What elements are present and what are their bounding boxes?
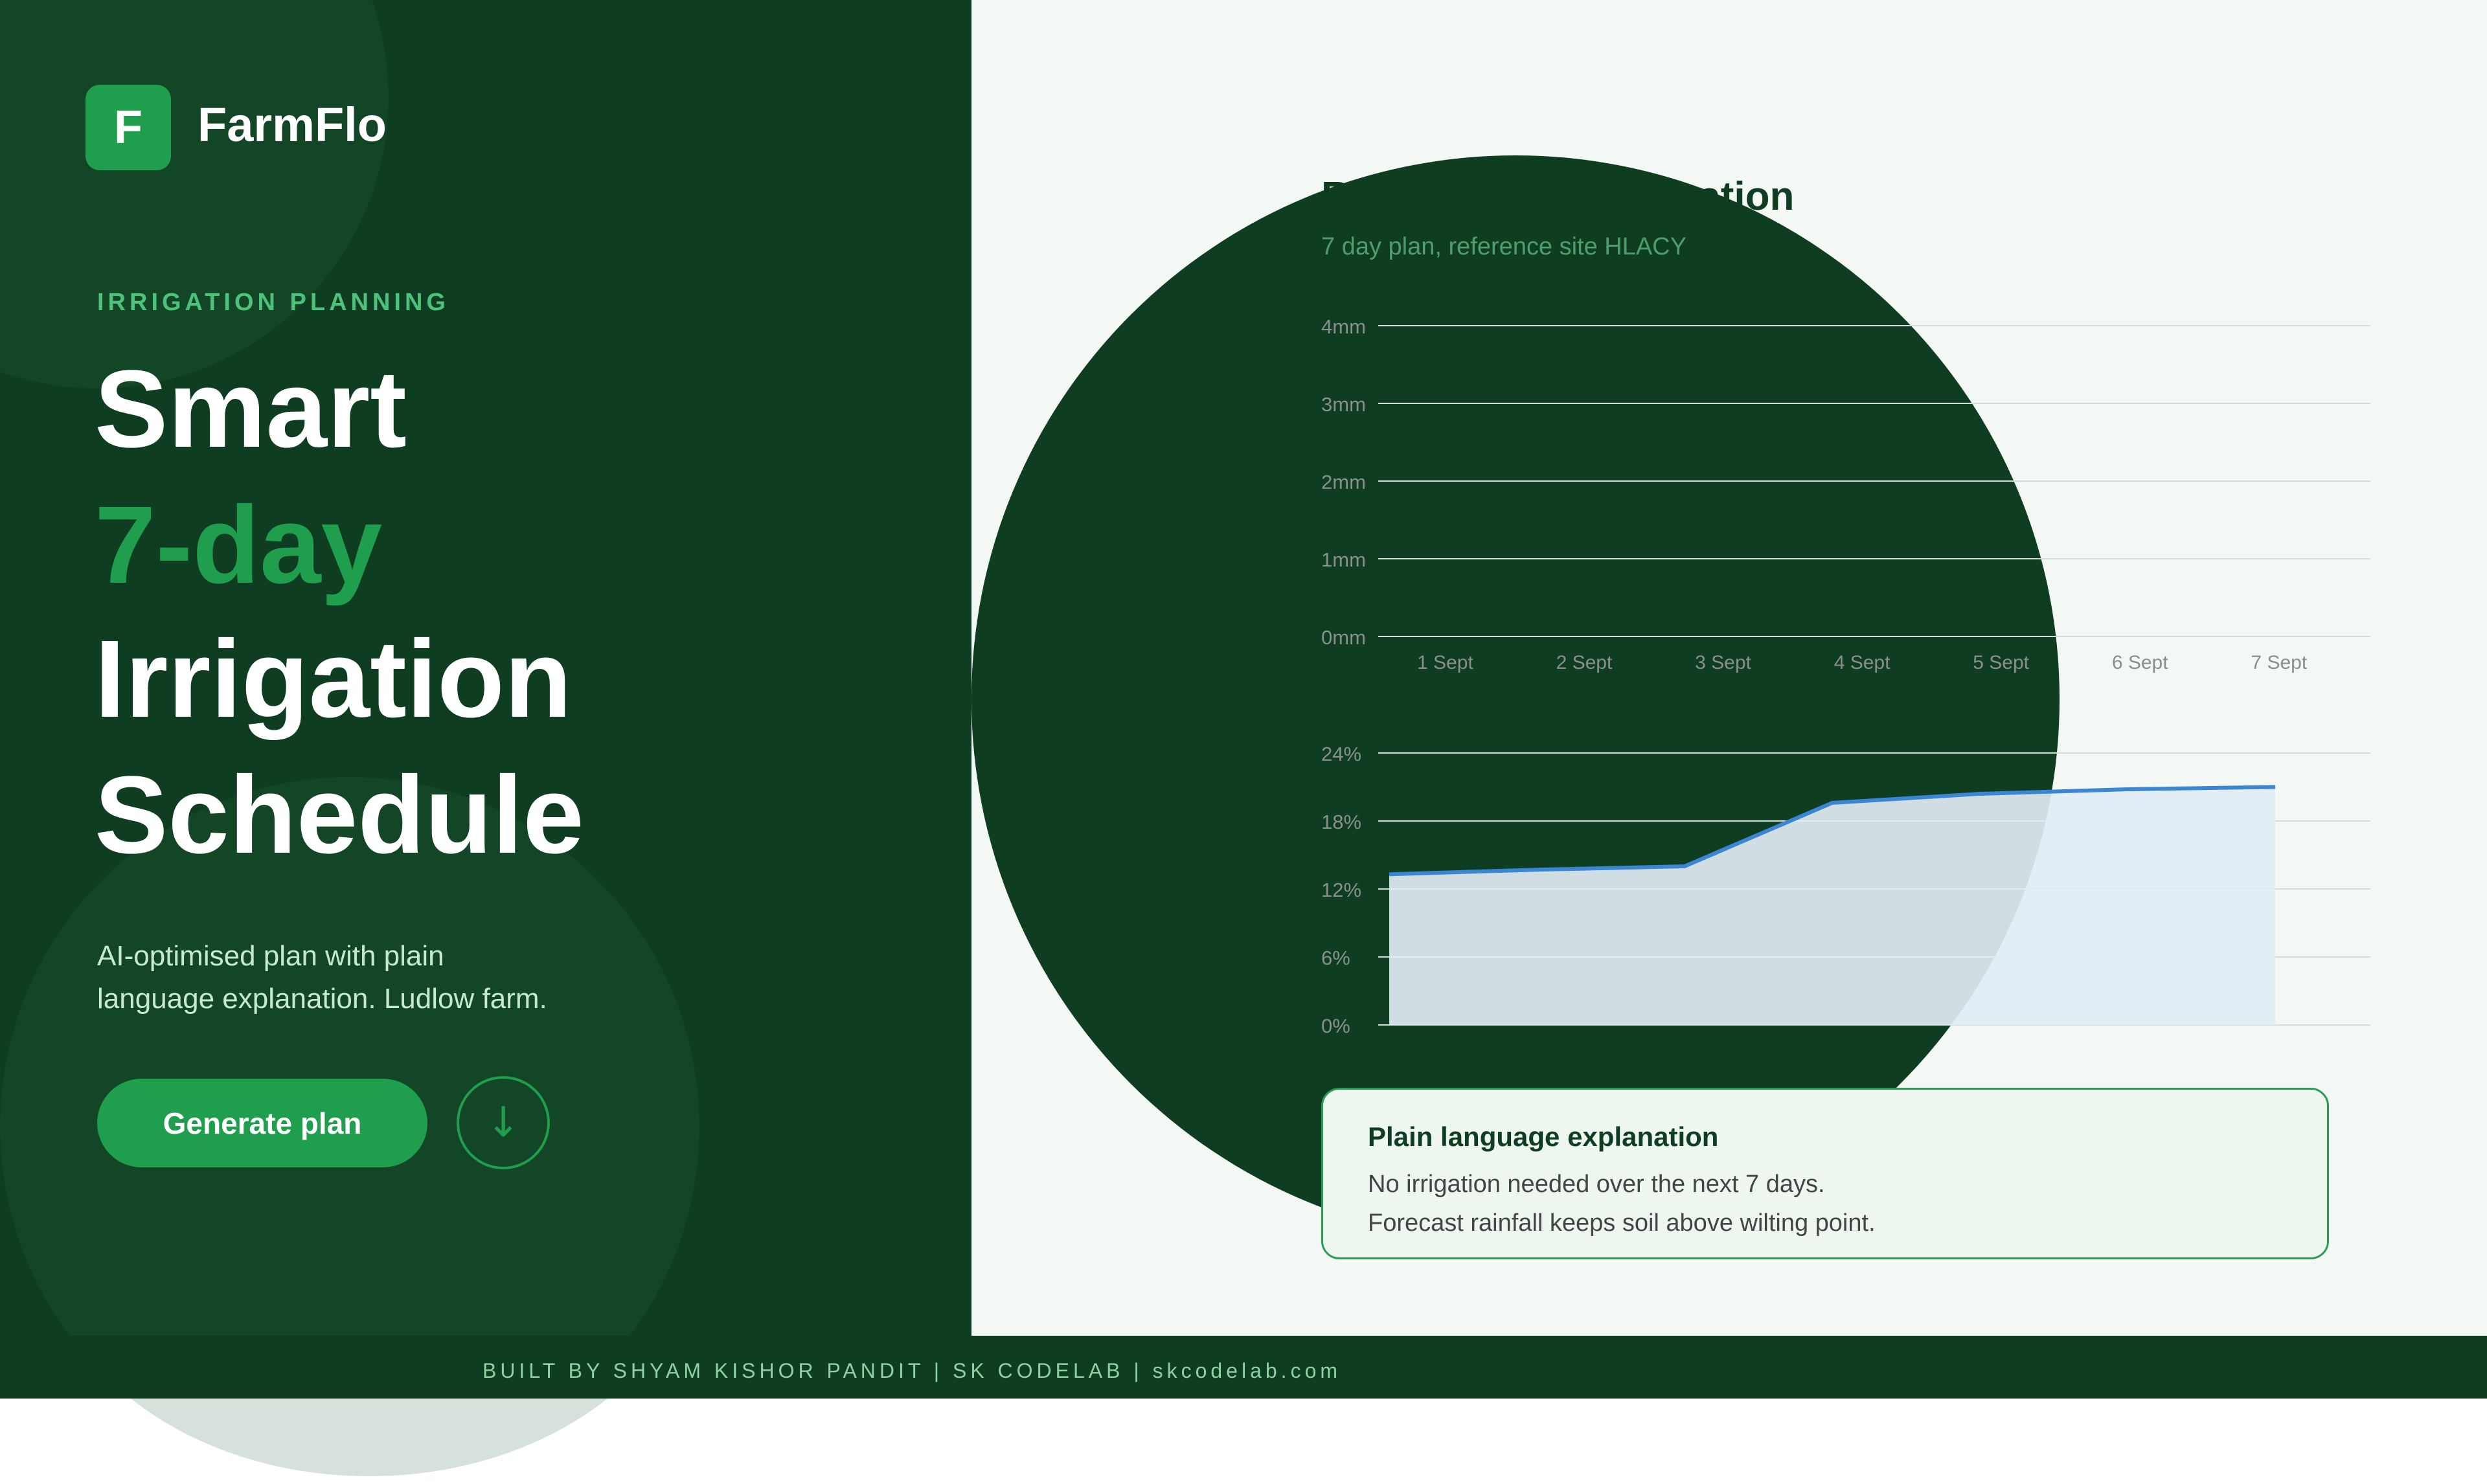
explanation-title: Plain language explanation [1368, 1121, 1719, 1152]
brand-name: FarmFlo [198, 98, 387, 152]
x-tick-label: 4 Sept [1834, 652, 1891, 673]
hero-title-line-2: 7-day [95, 484, 383, 607]
logo-icon: F [85, 85, 171, 170]
y-tick-label: 6% [1321, 947, 1350, 969]
y-tick-label: 18% [1321, 811, 1361, 833]
chart-card-subtitle: 7 day plan, reference site HLACY [1321, 233, 1686, 260]
footer-credit: BUILT BY SHYAM KISHOR PANDIT | SK CODELA… [482, 1359, 1342, 1382]
arrow-down-icon: ↓ [486, 1099, 521, 1147]
hero-title-line-3: Irrigation [95, 618, 572, 741]
hero-title-line-4: Schedule [95, 754, 584, 877]
scroll-down-button[interactable]: ↓ [457, 1076, 550, 1169]
x-tick-label: 3 Sept [1695, 652, 1751, 673]
explanation-line-1: No irrigation needed over the next 7 day… [1368, 1171, 1825, 1198]
y-tick-label: 3mm [1321, 393, 1366, 416]
x-tick-label: 1 Sept [1417, 652, 1473, 673]
y-tick-label: 0% [1321, 1015, 1350, 1037]
hero-subtitle-line-2: language explanation. Ludlow farm. [97, 983, 547, 1015]
chart-card-title: Recommended irrigation [1321, 174, 1795, 219]
y-tick-label: 0mm [1321, 626, 1366, 649]
area-fill [1389, 787, 2275, 1025]
eyebrow-label: IRRIGATION PLANNING [97, 289, 449, 316]
x-tick-label: 6 Sept [2112, 652, 2168, 673]
y-tick-label: 24% [1321, 743, 1361, 765]
y-tick-label: 2mm [1321, 471, 1366, 493]
irrigation-charts: 0mm 1mm 2mm 3mm 4mm 1 Sept 2 Sept 3 Sept 4 Sept 5… [1321, 315, 2370, 1037]
explanation-line-2: Forecast rainfall keeps soil above wilti… [1368, 1209, 1876, 1237]
y-tick-label: 1mm [1321, 548, 1366, 571]
hero-subtitle-line-1: AI-optimised plan with plain [97, 940, 444, 972]
generate-plan-button[interactable]: Generate plan [97, 1079, 427, 1167]
x-tick-label: 2 Sept [1556, 652, 1613, 673]
y-tick-label: 4mm [1321, 315, 1366, 338]
hero-title-line-1: Smart [95, 348, 407, 471]
x-tick-label: 5 Sept [1973, 652, 2029, 673]
x-tick-label: 7 Sept [2251, 652, 2307, 673]
decorative-circle-top [0, 0, 389, 388]
y-tick-label: 12% [1321, 879, 1361, 901]
